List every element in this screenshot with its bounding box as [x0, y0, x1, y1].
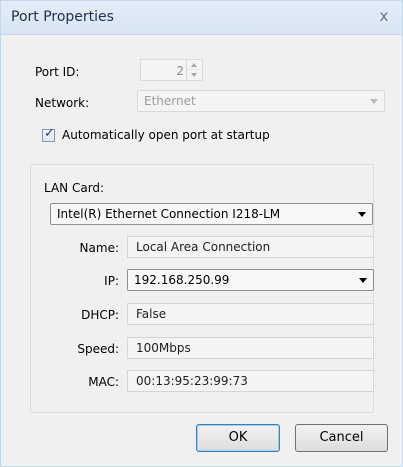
auto-open-label[interactable]: Automatically open port at startup	[62, 128, 270, 142]
network-label: Network:	[35, 96, 90, 110]
checkmark-icon: ✓	[44, 126, 55, 141]
dhcp-field: False	[127, 303, 374, 325]
title-bar: Port Properties x	[1, 1, 402, 35]
mac-field: 00:13:95:23:99:73	[127, 370, 374, 392]
dhcp-label: DHCP:	[81, 308, 119, 322]
speed-value: 100Mbps	[136, 341, 191, 355]
chevron-down-icon	[370, 99, 378, 104]
auto-open-checkbox[interactable]: ✓	[42, 126, 55, 142]
spin-down-icon[interactable]	[187, 70, 202, 80]
speed-field: 100Mbps	[127, 337, 374, 359]
port-id-value: 2	[176, 64, 184, 78]
mac-label: MAC:	[88, 375, 119, 389]
spin-up-icon[interactable]	[187, 60, 202, 70]
spin-buttons	[186, 60, 202, 80]
window-title: Port Properties	[11, 9, 114, 25]
dhcp-value: False	[136, 307, 167, 321]
chevron-down-icon	[358, 212, 366, 217]
lan-card-dropdown[interactable]: Intel(R) Ethernet Connection I218-LM	[50, 203, 373, 225]
ip-dropdown[interactable]: 192.168.250.99	[127, 269, 374, 291]
port-properties-dialog: Port Properties x Port ID: 2 Network: Et…	[0, 0, 403, 467]
close-icon[interactable]: x	[376, 8, 392, 24]
lan-card-label: LAN Card:	[44, 181, 105, 195]
name-label: Name:	[79, 241, 119, 255]
cancel-button[interactable]: Cancel	[295, 424, 388, 452]
ip-value: 192.168.250.99	[134, 273, 230, 287]
port-id-stepper[interactable]: 2	[140, 59, 203, 81]
lan-card-value: Intel(R) Ethernet Connection I218-LM	[57, 207, 281, 221]
name-value: Local Area Connection	[136, 240, 271, 254]
port-id-label: Port ID:	[35, 65, 80, 79]
ok-button[interactable]: OK	[196, 424, 280, 452]
ip-label: IP:	[104, 274, 119, 288]
chevron-down-icon	[359, 278, 367, 283]
speed-label: Speed:	[77, 342, 119, 356]
mac-value: 00:13:95:23:99:73	[136, 374, 248, 388]
name-field: Local Area Connection	[127, 236, 374, 258]
network-value: Ethernet	[144, 94, 196, 108]
network-dropdown[interactable]: Ethernet	[137, 90, 385, 112]
